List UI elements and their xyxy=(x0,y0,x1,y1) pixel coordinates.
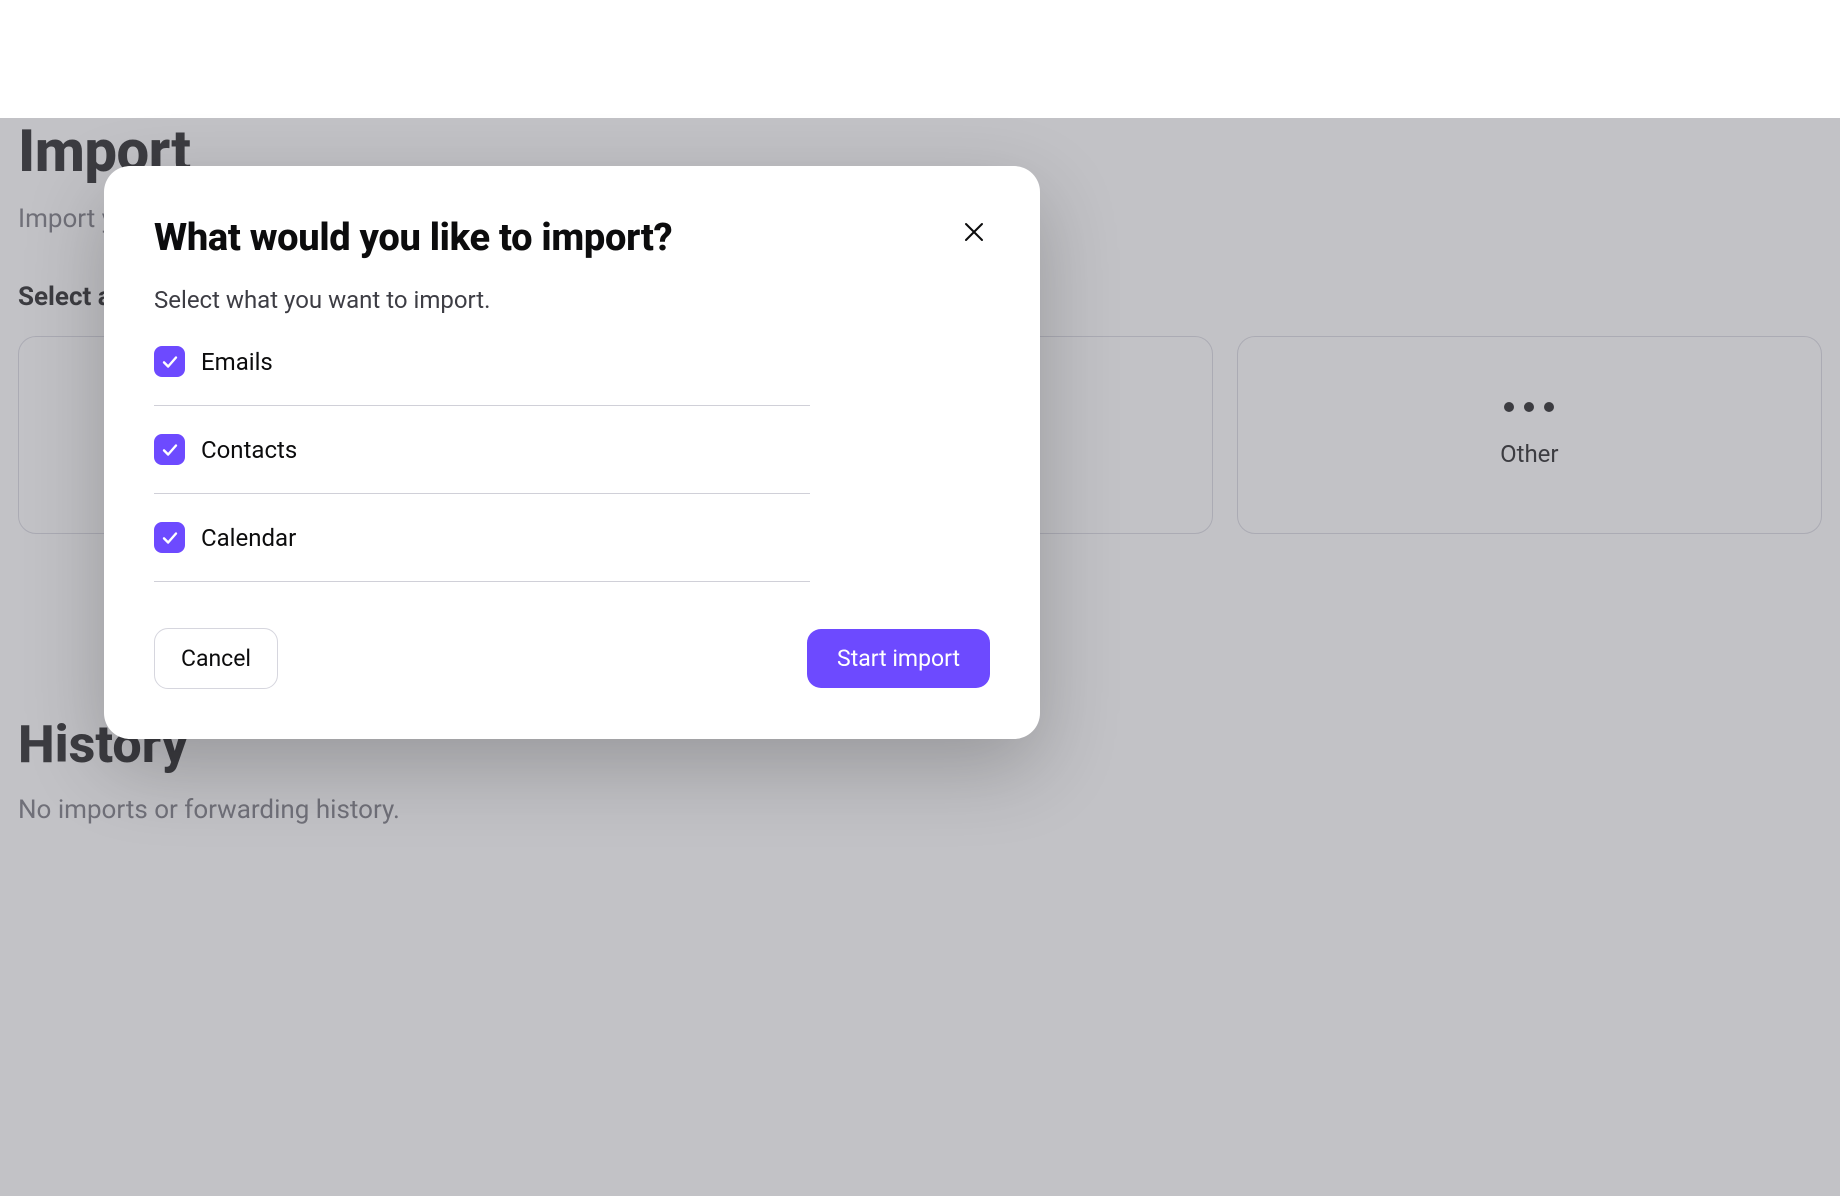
import-options-list: Emails Contacts Calendar xyxy=(154,342,810,582)
import-option-calendar[interactable]: Calendar xyxy=(154,494,810,582)
import-modal: What would you like to import? Select wh… xyxy=(104,166,1040,739)
import-option-contacts[interactable]: Contacts xyxy=(154,406,810,494)
import-option-emails[interactable]: Emails xyxy=(154,342,810,406)
checkbox-label: Calendar xyxy=(201,524,296,552)
checkbox-emails[interactable] xyxy=(154,346,185,377)
modal-subtitle: Select what you want to import. xyxy=(154,286,990,314)
checkbox-contacts[interactable] xyxy=(154,434,185,465)
modal-title: What would you like to import? xyxy=(154,216,672,260)
checkbox-label: Emails xyxy=(201,348,273,376)
modal-footer: Cancel Start import xyxy=(154,628,990,689)
start-import-button[interactable]: Start import xyxy=(807,629,990,688)
check-icon xyxy=(161,529,179,547)
check-icon xyxy=(161,353,179,371)
close-button[interactable] xyxy=(958,216,990,248)
modal-header: What would you like to import? xyxy=(154,216,990,260)
close-icon xyxy=(962,220,986,244)
cancel-button[interactable]: Cancel xyxy=(154,628,278,689)
check-icon xyxy=(161,441,179,459)
checkbox-label: Contacts xyxy=(201,436,297,464)
checkbox-calendar[interactable] xyxy=(154,522,185,553)
